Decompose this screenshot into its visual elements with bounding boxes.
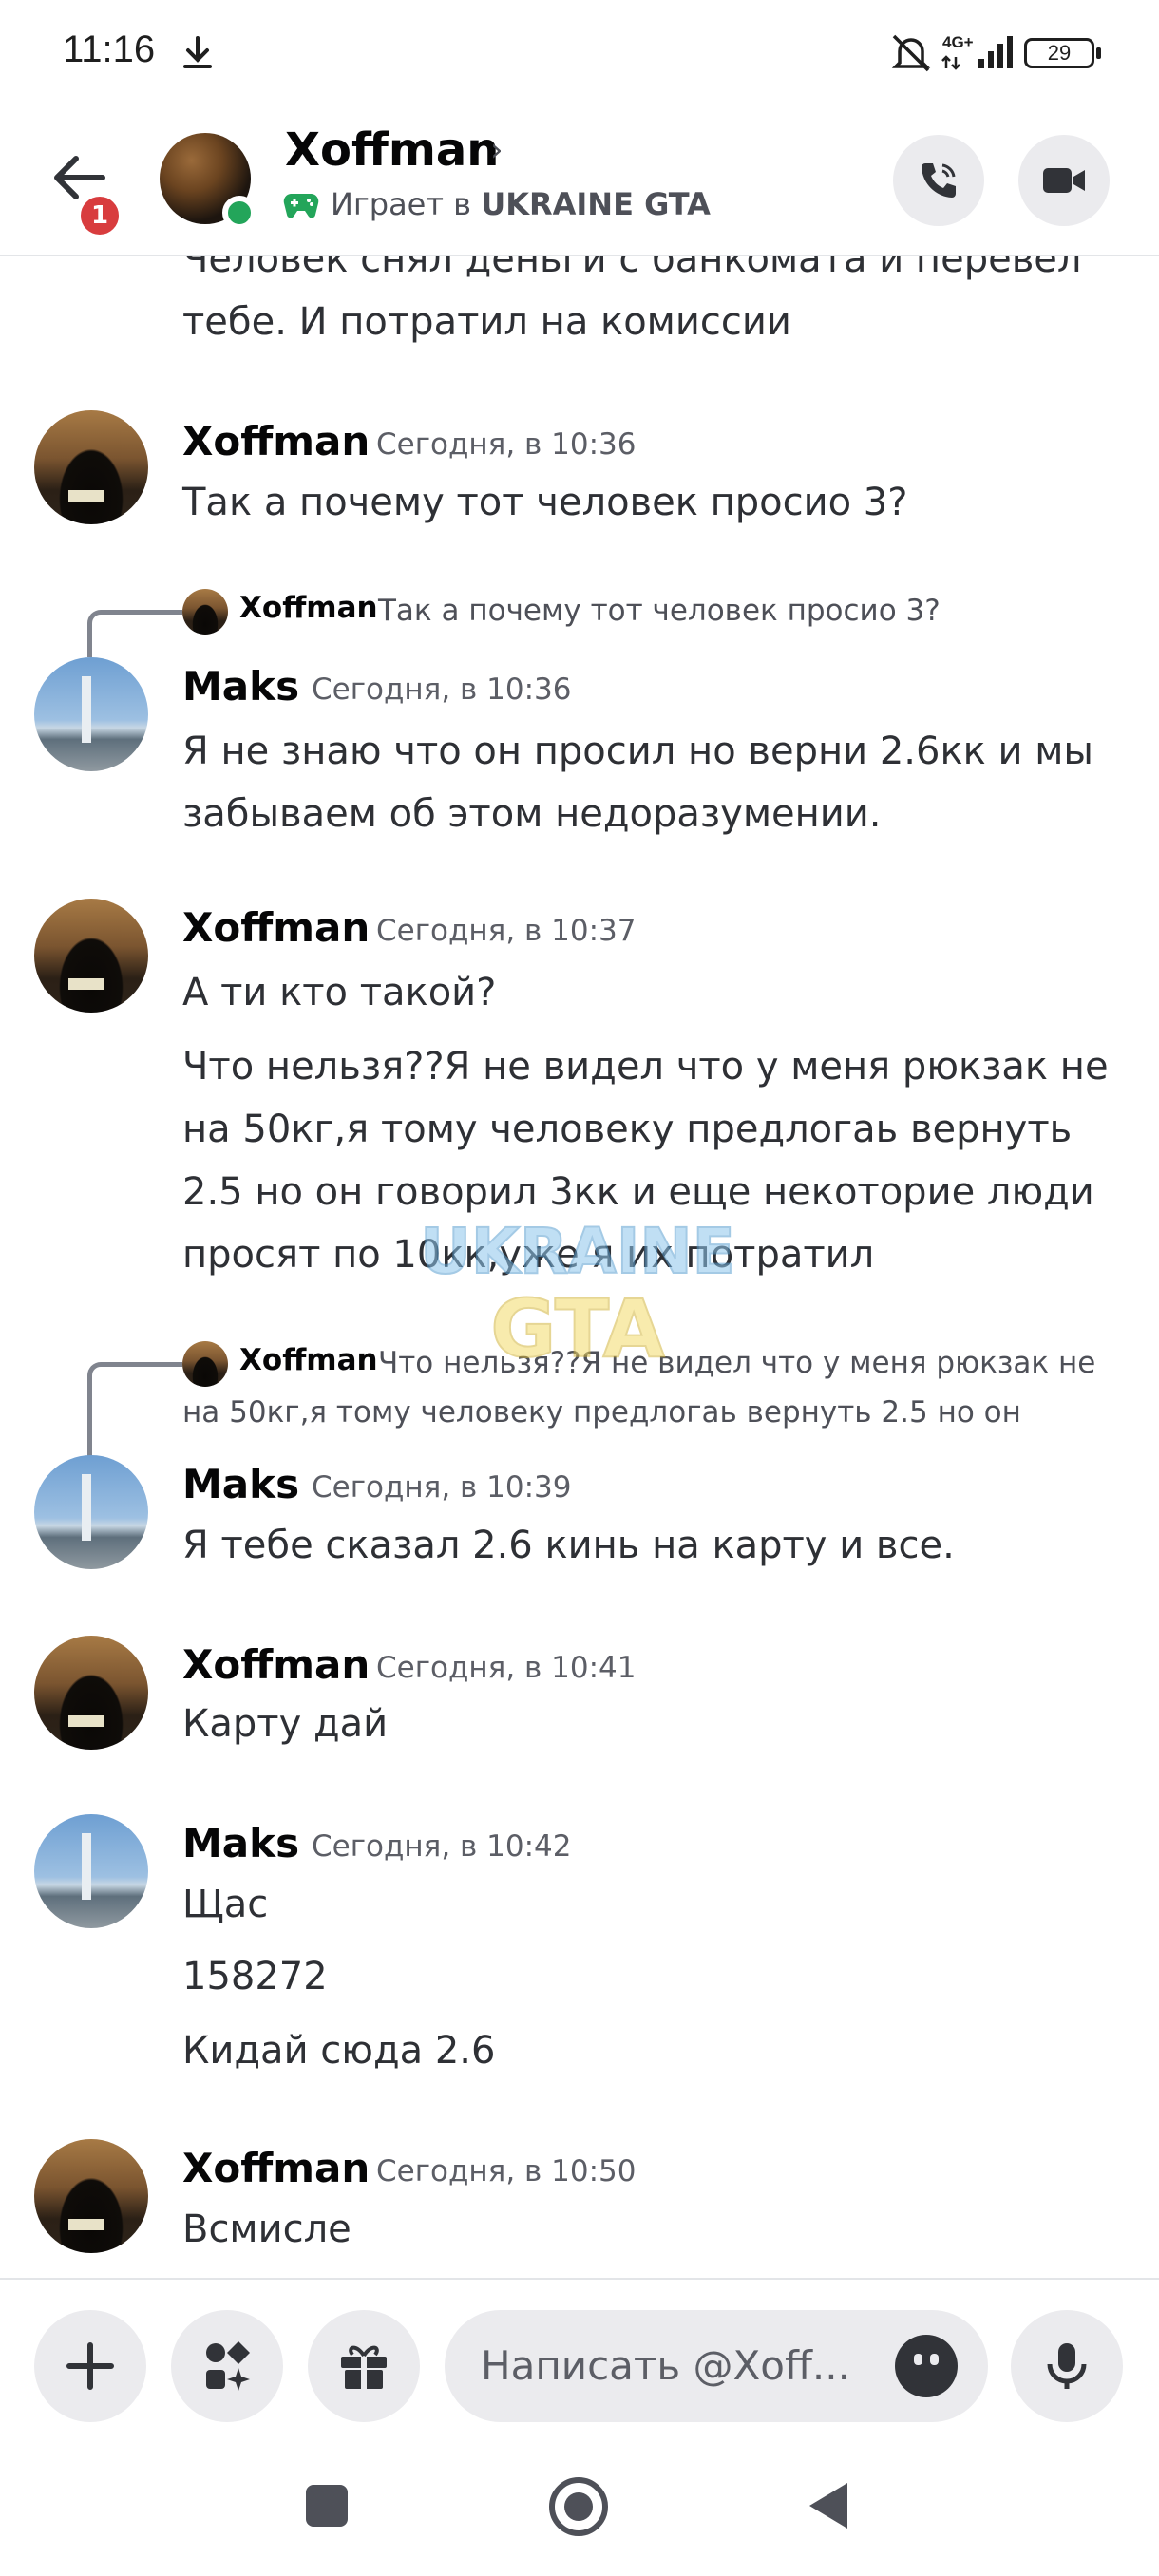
status-time: 11:16	[63, 28, 156, 70]
apps-icon	[206, 2341, 250, 2391]
system-navigation-bar	[0, 2451, 1159, 2576]
avatar-xoffman[interactable]	[34, 410, 148, 524]
avatar-maks[interactable]	[34, 1455, 148, 1569]
message-timestamp: Сегодня, в 10:37	[376, 914, 636, 948]
ukraine-gta-watermark: UKRAINE GTA	[419, 1214, 736, 1376]
message-text: Всмисле	[182, 2207, 352, 2251]
message-timestamp: Сегодня, в 10:36	[376, 427, 636, 462]
system-back-icon[interactable]	[809, 2483, 847, 2529]
message-text: тебе. И потратил на комиссии	[182, 300, 791, 344]
voice-call-button[interactable]	[893, 135, 984, 226]
voice-message-button[interactable]	[1011, 2310, 1123, 2422]
unread-badge: 1	[76, 192, 124, 239]
message-text: 158272	[182, 1955, 328, 1998]
avatar-xoffman[interactable]	[34, 1636, 148, 1750]
gift-button[interactable]	[308, 2310, 420, 2422]
plus-icon	[66, 2342, 114, 2390]
add-attachment-button[interactable]	[34, 2310, 146, 2422]
reply-connector	[87, 1362, 182, 1463]
message-timestamp: Сегодня, в 10:42	[312, 1829, 572, 1864]
reply-avatar	[182, 1341, 228, 1387]
recent-apps-icon[interactable]	[306, 2485, 348, 2527]
header-username[interactable]: Xoffman	[285, 123, 499, 177]
message-author[interactable]: Xoffman	[182, 2145, 370, 2191]
message-author[interactable]: Maks	[182, 663, 299, 710]
reply-preview-text[interactable]: на 50кг,я тому человеку предлогаь вернут…	[182, 1389, 1021, 1436]
phone-icon	[922, 163, 956, 198]
reply-preview-text[interactable]: Так а почему тот человек просио 3?	[378, 587, 940, 635]
reply-author[interactable]: Xoffman	[239, 591, 378, 625]
message-text: на 50кг,я тому человеку предлогаь вернут…	[182, 1108, 1073, 1151]
message-author[interactable]: Xoffman	[182, 1641, 370, 1688]
microphone-icon	[1047, 2343, 1087, 2389]
message-text: Так а почему тот человек просио 3?	[182, 481, 908, 524]
chevron-right-icon[interactable]: ›	[490, 131, 504, 169]
download-icon	[183, 36, 212, 68]
avatar-maks[interactable]	[34, 657, 148, 771]
message-author[interactable]: Xoffman	[182, 418, 370, 464]
avatar-xoffman[interactable]	[34, 899, 148, 1013]
message-timestamp: Сегодня, в 10:39	[312, 1470, 572, 1505]
watermark-line2: GTA	[490, 1282, 664, 1375]
reply-avatar	[182, 589, 228, 635]
message-text: Я не знаю что он просил но верни 2.6кк и…	[182, 729, 1093, 773]
message-text: Щас	[182, 1883, 269, 1926]
message-text: Карту дай	[182, 1702, 389, 1746]
battery-indicator: 29	[1024, 38, 1101, 68]
video-call-button[interactable]	[1018, 135, 1110, 226]
message-author[interactable]: Maks	[182, 1461, 299, 1507]
notifications-muted-icon	[891, 34, 931, 72]
message-text: Человек снял деньги с банкомата и переве…	[182, 256, 1082, 281]
message-timestamp: Сегодня, в 10:41	[376, 1651, 636, 1685]
message-text: А ти кто такой?	[182, 971, 497, 1014]
message-text: забываем об этом недоразумении.	[182, 792, 882, 836]
activity-game: UKRAINE GTA	[481, 186, 711, 222]
activity-prefix: Играет в	[331, 186, 482, 222]
online-status-indicator	[222, 196, 256, 230]
reply-author[interactable]: Xoffman	[239, 1343, 378, 1377]
cellular-signal-icon: 4G+	[941, 33, 1013, 70]
message-text: Я тебе сказал 2.6 кинь на карту и все.	[182, 1524, 955, 1567]
message-author[interactable]: Maks	[182, 1820, 299, 1866]
emoji-icon[interactable]	[895, 2335, 958, 2397]
avatar-maks[interactable]	[34, 1814, 148, 1928]
message-composer: Написать @Xoff...	[0, 2278, 1159, 2451]
home-icon[interactable]	[549, 2477, 608, 2536]
apps-button[interactable]	[171, 2310, 283, 2422]
message-author[interactable]: Xoffman	[182, 904, 370, 951]
message-text: Что нельзя??Я не видел что у меня рюкзак…	[182, 1045, 1109, 1089]
message-timestamp: Сегодня, в 10:36	[312, 672, 572, 707]
message-timestamp: Сегодня, в 10:50	[376, 2154, 636, 2188]
network-label: 4G+	[942, 33, 974, 51]
gamepad-icon	[283, 194, 319, 218]
message-text: Кидай сюда 2.6	[182, 2029, 496, 2073]
gift-icon	[341, 2345, 387, 2389]
message-input[interactable]: Написать @Xoff...	[445, 2310, 988, 2422]
watermark-line1: UKRAINE	[420, 1215, 735, 1288]
activity-status: Играет в UKRAINE GTA	[331, 186, 711, 222]
avatar-xoffman[interactable]	[34, 2139, 148, 2253]
chat-header: 1 Xoffman › Играет в UKRAINE GTA	[0, 104, 1159, 256]
status-bar: 11:16 4G+ 29	[0, 0, 1159, 104]
message-input-placeholder: Написать @Xoff...	[481, 2342, 850, 2389]
reply-connector	[87, 610, 182, 657]
video-camera-icon	[1043, 168, 1085, 193]
